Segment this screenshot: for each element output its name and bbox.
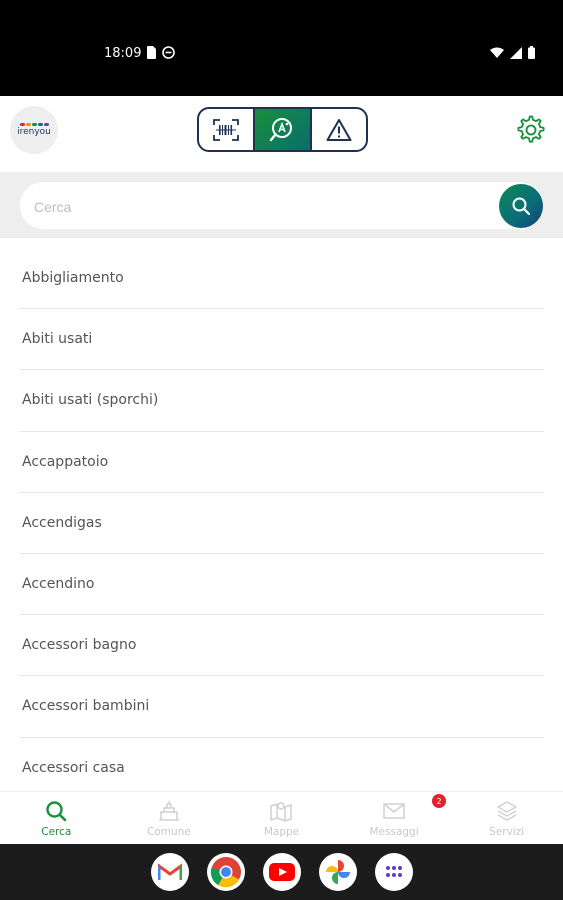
wifi-icon [490, 47, 504, 58]
app-logo[interactable]: irenyou [10, 106, 58, 154]
mode-switch [197, 107, 368, 152]
photos-app[interactable] [319, 853, 357, 891]
app-drawer[interactable] [375, 853, 413, 891]
nav-cerca[interactable]: Cerca [0, 792, 113, 844]
chrome-icon [210, 857, 241, 888]
mail-icon [383, 803, 405, 819]
nav-label: Servizi [489, 826, 525, 838]
nav-label: Mappe [263, 826, 300, 838]
waste-items-list: Abbigliamento Abiti usati Abiti usati (s… [20, 248, 544, 799]
town-hall-icon [158, 801, 179, 821]
chrome-app[interactable] [207, 853, 245, 891]
gear-icon [517, 115, 545, 143]
nav-servizi[interactable]: Servizi [450, 792, 563, 844]
logo-text: irenyou [17, 127, 51, 137]
nav-comune[interactable]: Comune [113, 792, 226, 844]
search-icon [512, 197, 531, 216]
logo-color-dots [19, 123, 49, 126]
gmail-app[interactable] [151, 853, 189, 891]
list-item[interactable]: Accessori bagno [20, 615, 544, 677]
youtube-app[interactable] [263, 853, 301, 891]
list-item[interactable]: Accessori casa [20, 738, 544, 799]
search-button[interactable] [499, 184, 543, 228]
search-waste-icon [270, 117, 293, 141]
mode-search-button[interactable] [253, 109, 310, 150]
layers-icon [496, 801, 517, 821]
mode-barcode-button[interactable] [199, 109, 253, 150]
status-bar: 18:09 [0, 0, 563, 96]
list-item[interactable]: Abiti usati (sporchi) [20, 370, 544, 432]
nav-label: Cerca [41, 826, 72, 838]
list-item[interactable]: Accappatoio [20, 432, 544, 493]
search-icon [46, 801, 67, 822]
mode-report-button[interactable] [309, 109, 366, 150]
nav-mappe[interactable]: Mappe [225, 792, 338, 844]
status-time: 18:09 [104, 46, 142, 61]
barcode-scan-icon [213, 118, 240, 141]
do-not-disturb-icon [162, 46, 175, 59]
photos-icon [326, 860, 350, 884]
list-item[interactable]: Abbigliamento [20, 248, 544, 310]
report-warning-icon [326, 118, 352, 141]
list-item[interactable]: Abiti usati [20, 309, 544, 371]
list-item[interactable]: Accendino [20, 554, 544, 616]
app-drawer-icon [386, 866, 402, 877]
status-icons-left [146, 46, 175, 59]
bottom-nav: Cerca Comune Mappe Messaggi Servizi [0, 791, 563, 844]
youtube-icon [269, 863, 295, 881]
messages-badge: 2 [432, 794, 446, 808]
signal-icon [510, 46, 522, 59]
battery-icon [528, 46, 535, 59]
sim-card-icon [147, 46, 156, 59]
gmail-icon [158, 863, 182, 880]
list-item[interactable]: Accendigas [20, 493, 544, 554]
settings-button[interactable] [514, 113, 548, 147]
map-icon [270, 802, 293, 822]
search-input[interactable] [34, 197, 474, 217]
nav-label: Comune [147, 826, 191, 838]
nav-label: Messaggi [369, 826, 419, 838]
status-icons-right [490, 46, 535, 59]
list-item[interactable]: Accessori bambini [20, 676, 544, 738]
